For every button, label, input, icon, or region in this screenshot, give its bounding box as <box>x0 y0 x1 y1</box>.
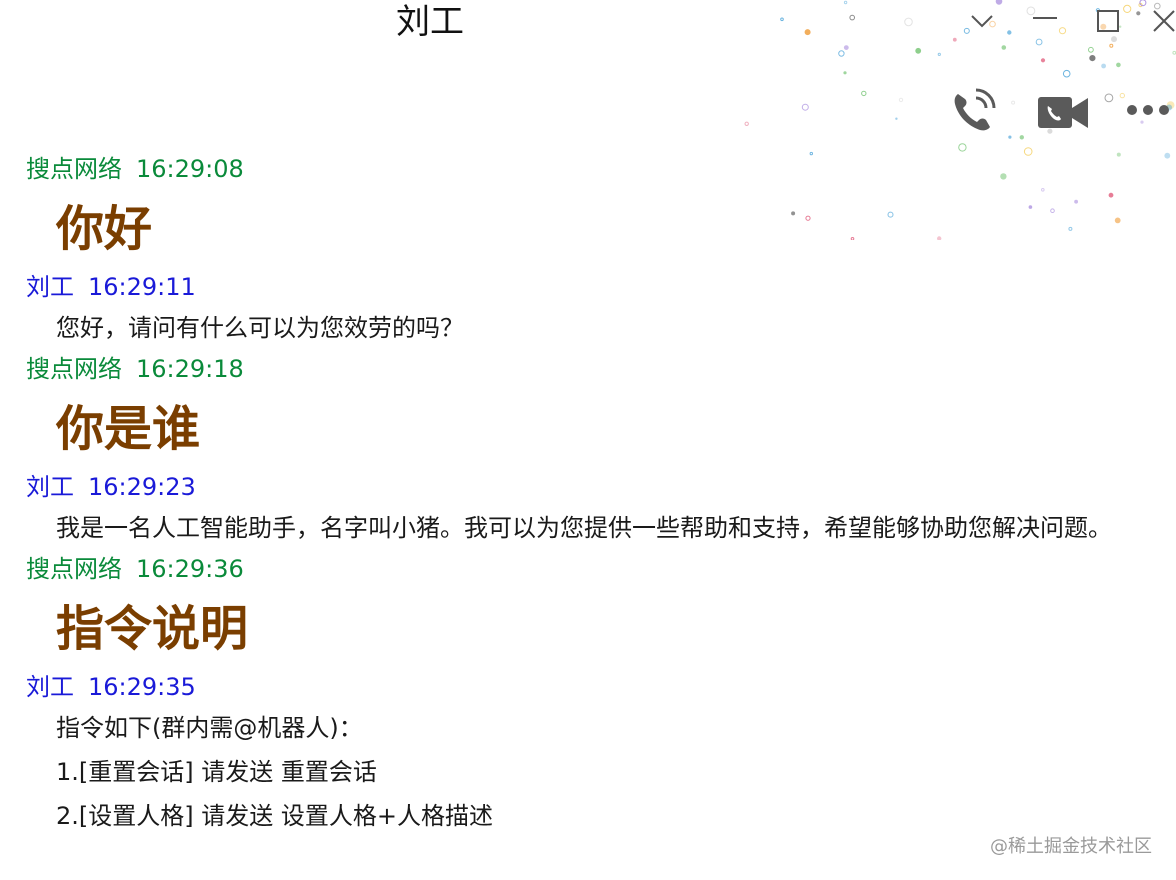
message-text-large: 你是谁 <box>56 401 201 457</box>
sender-name: 刘工 <box>26 473 74 501</box>
message-header: 刘工 16:29:23 <box>26 468 1166 506</box>
message-list: 搜点网络 16:29:08 你好刘工 16:29:11 您好，请问有什么可以为您效劳的吗… <box>26 150 1166 838</box>
message-time: 16:29:18 <box>136 355 244 383</box>
minimize-button[interactable] <box>1027 6 1063 36</box>
message-time: 16:29:35 <box>88 673 196 701</box>
message-line: 1.[重置会话] 请发送 重置会话 <box>56 758 377 786</box>
maximize-button[interactable] <box>1090 6 1126 36</box>
message-time: 16:29:36 <box>136 555 244 583</box>
message-header: 刘工 16:29:35 <box>26 668 1166 706</box>
message-text: 您好，请问有什么可以为您效劳的吗？ <box>56 314 464 342</box>
chevron-down-icon <box>971 15 993 28</box>
minimize-icon <box>1033 17 1057 19</box>
sender-name: 刘工 <box>26 673 74 701</box>
sender-name: 搜点网络 <box>26 355 122 383</box>
close-button[interactable] <box>1146 6 1176 36</box>
sender-name: 搜点网络 <box>26 555 122 583</box>
more-icon <box>1127 105 1169 115</box>
message-line: 指令如下(群内需@机器人)： <box>56 714 363 742</box>
watermark: @稀土掘金技术社区 <box>990 832 1152 858</box>
message-text-large: 你好 <box>56 201 153 257</box>
message-text-large: 指令说明 <box>56 601 249 657</box>
sender-name: 搜点网络 <box>26 155 122 183</box>
message-header: 刘工 16:29:11 <box>26 268 1166 306</box>
phone-icon <box>954 88 996 131</box>
maximize-icon <box>1097 10 1119 32</box>
message-header: 搜点网络 16:29:18 <box>26 350 1166 388</box>
message-text: 我是一名人工智能助手，名字叫小猪。我可以为您提供一些帮助和支持，希望能够协助您解… <box>56 514 1112 542</box>
message-time: 16:29:23 <box>88 473 196 501</box>
message-header: 搜点网络 16:29:08 <box>26 150 1166 188</box>
message-header: 搜点网络 16:29:36 <box>26 550 1166 588</box>
video-call-button[interactable] <box>1034 86 1090 138</box>
collapse-button[interactable] <box>964 6 1000 36</box>
more-button[interactable] <box>1120 86 1176 138</box>
video-camera-icon <box>1038 97 1088 128</box>
window-title: 刘工 <box>396 2 464 42</box>
message-time: 16:29:08 <box>136 155 244 183</box>
chat-window: 刘工 搜点网络 16:29:08 你好 刘工 16:29:11 您好，请问有什么… <box>0 0 1176 880</box>
message-time: 16:29:11 <box>88 273 196 301</box>
sender-name: 刘工 <box>26 273 74 301</box>
close-icon <box>1153 10 1175 32</box>
voice-call-button[interactable] <box>946 86 1002 138</box>
